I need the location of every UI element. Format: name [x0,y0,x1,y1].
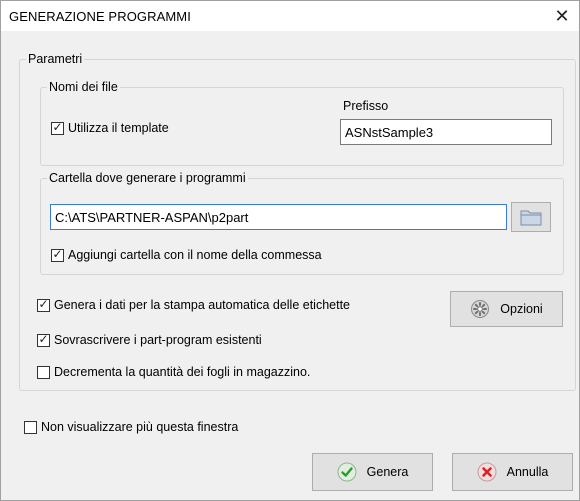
close-icon[interactable]: ✕ [551,5,573,27]
checkmark-icon: ✓ [38,296,49,311]
folder-path-input[interactable] [50,204,507,230]
parametri-legend: Parametri [28,52,83,66]
add-folder-box[interactable]: ✓ [51,246,64,262]
annulla-label: Annulla [506,465,549,479]
generazione-programmi-dialog: GENERAZIONE PROGRAMMI ✕ Parametri Nomi d… [0,0,580,501]
cartella-legend: Cartella dove generare i programmi [49,171,246,185]
opzioni-button[interactable]: Opzioni [450,291,563,327]
option-decrementa-checkbox[interactable]: Decrementa la quantità dei fogli in maga… [37,364,310,380]
dont-show-label: Non visualizzare più questa finestra [41,420,239,434]
checkmark-icon: ✓ [38,331,49,346]
nomi-file-legend: Nomi dei file [49,80,118,94]
option-label: Genera i dati per la stampa automatica d… [54,298,351,312]
genera-label: Genera [366,465,409,479]
use-template-box[interactable]: ✓ [51,119,64,135]
option-label: Decrementa la quantità dei fogli in maga… [54,365,311,379]
checkmark-icon: ✓ [52,119,63,134]
check-icon [337,462,357,482]
use-template-checkbox[interactable]: ✓ Utilizza il template [51,120,169,136]
dont-show-box[interactable] [24,420,37,434]
option-genera-etichette-checkbox[interactable]: ✓ Genera i dati per la stampa automatica… [37,297,350,313]
checkmark-icon: ✓ [52,246,63,261]
opzioni-label: Opzioni [500,302,543,316]
dont-show-again-checkbox[interactable]: Non visualizzare più questa finestra [24,419,238,435]
browse-folder-button[interactable] [511,202,551,232]
genera-button[interactable]: Genera [312,453,433,491]
add-folder-label: Aggiungi cartella con il nome della comm… [68,248,322,262]
gear-icon [470,299,490,319]
option-box[interactable] [37,365,50,379]
add-folder-checkbox[interactable]: ✓ Aggiungi cartella con il nome della co… [51,247,322,263]
option-label: Sovrascrivere i part-program esistenti [54,333,262,347]
prefisso-label: Prefisso [343,99,389,113]
folder-icon [520,210,542,226]
prefisso-input[interactable] [340,119,552,145]
window-title: GENERAZIONE PROGRAMMI [9,9,191,24]
use-template-label: Utilizza il template [68,121,169,135]
cancel-icon [477,462,497,482]
option-sovrascrivere-checkbox[interactable]: ✓ Sovrascrivere i part-program esistenti [37,332,262,348]
option-box[interactable]: ✓ [37,296,50,312]
annulla-button[interactable]: Annulla [452,453,573,491]
title-bar: GENERAZIONE PROGRAMMI ✕ [1,1,579,31]
option-box[interactable]: ✓ [37,331,50,347]
